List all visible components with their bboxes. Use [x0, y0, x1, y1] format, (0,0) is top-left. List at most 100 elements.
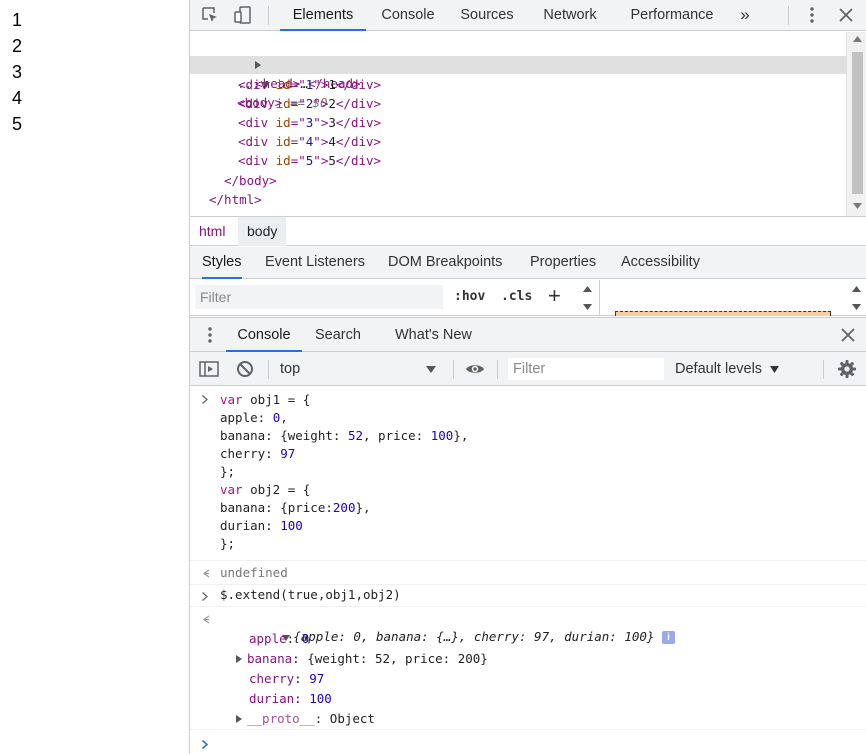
- tab-sources[interactable]: Sources: [456, 0, 518, 31]
- page-line-3: 3: [12, 62, 23, 82]
- input-prompt-icon: [202, 592, 208, 601]
- tree-node-div[interactable]: <div id="3">3</div>: [238, 113, 381, 132]
- context-value: top: [280, 361, 301, 377]
- pane-divider: [599, 280, 600, 316]
- show-sidebar-icon[interactable]: [198, 358, 220, 380]
- tab-styles[interactable]: Styles: [202, 247, 242, 279]
- drawer-tab-console[interactable]: Console: [226, 318, 302, 352]
- code-line: $.extend(true,obj1,obj2): [220, 587, 401, 602]
- tab-elements[interactable]: Elements: [280, 0, 366, 31]
- more-tabs-button[interactable]: »: [735, 0, 755, 31]
- breadcrumb-html[interactable]: html: [190, 217, 234, 246]
- expand-triangle-icon[interactable]: [236, 715, 242, 723]
- log-levels-dropdown[interactable]: Default levels: [675, 358, 780, 380]
- toolbar-divider: [268, 6, 269, 25]
- toolbar-divider: [823, 360, 824, 379]
- code-line: var obj2 = {: [220, 482, 311, 497]
- tab-dom-breakpoints[interactable]: DOM Breakpoints: [388, 247, 502, 279]
- html-close-tag: </html>: [209, 192, 262, 207]
- context-selector[interactable]: top: [276, 358, 446, 380]
- div-text: 3: [328, 115, 336, 130]
- info-icon[interactable]: i: [661, 631, 675, 644]
- code-line: cherry: 97: [220, 446, 296, 461]
- page-content: 1 2 3 4 5: [0, 0, 189, 754]
- code-line: };: [220, 536, 236, 551]
- styles-filter-input[interactable]: [195, 285, 443, 309]
- object-summary[interactable]: {apple: 0, banana: {…}, cherry: 97, duri…: [222, 610, 675, 644]
- tab-network[interactable]: Network: [537, 0, 603, 31]
- live-expression-eye-icon[interactable]: [464, 358, 486, 380]
- body-close-tag: </body>: [224, 173, 277, 188]
- code-line: durian: 100: [220, 518, 303, 533]
- tree-node-div[interactable]: <div id="4">4</div>: [238, 132, 381, 151]
- object-property: apple: 0: [249, 631, 310, 646]
- toolbar-divider: [788, 6, 789, 25]
- drawer-tabs: Console Search What's New: [190, 317, 866, 352]
- inspect-element-icon[interactable]: [199, 4, 221, 26]
- div-text: 2: [328, 96, 336, 111]
- scroll-up-icon[interactable]: [853, 36, 862, 42]
- toolbar-divider: [497, 360, 498, 379]
- close-devtools-icon[interactable]: [835, 4, 857, 26]
- code-line: var obj1 = {: [220, 392, 311, 407]
- tab-accessibility[interactable]: Accessibility: [621, 247, 700, 279]
- tab-console[interactable]: Console: [373, 0, 443, 31]
- console-input-entry: var obj1 = { apple: 0, banana: {weight: …: [190, 386, 866, 561]
- log-levels-label: Default levels: [675, 361, 763, 377]
- drawer-tab-whats-new[interactable]: What's New: [395, 318, 472, 352]
- cls-toggle[interactable]: .cls: [501, 289, 532, 304]
- input-prompt-icon: [202, 395, 208, 404]
- result-undefined: undefined: [220, 565, 288, 580]
- computed-scroll-arrows-icon[interactable]: [852, 286, 861, 310]
- clear-console-icon[interactable]: [234, 358, 256, 380]
- code-line: };: [220, 464, 236, 479]
- device-toolbar-icon[interactable]: [232, 4, 254, 26]
- hov-toggle[interactable]: :hov: [454, 289, 485, 304]
- console-prompt-row[interactable]: [190, 730, 866, 754]
- div-text: 5: [328, 153, 336, 168]
- new-style-rule-button[interactable]: +: [548, 283, 561, 309]
- div-text: 1: [328, 77, 336, 92]
- console-input-entry: $.extend(true,obj1,obj2): [190, 585, 866, 607]
- tab-event-listeners[interactable]: Event Listeners: [265, 247, 365, 279]
- sidebar-tabs: Styles Event Listeners DOM Breakpoints P…: [190, 247, 866, 279]
- drawer-menu-icon[interactable]: [199, 324, 221, 346]
- tree-scrollbar[interactable]: [846, 32, 866, 216]
- console-toolbar: top Default levels: [190, 352, 866, 386]
- scroll-down-icon[interactable]: [853, 203, 862, 209]
- page-line-5: 5: [12, 114, 23, 134]
- console-result-entry: undefined: [190, 561, 866, 585]
- console-filter-input[interactable]: [508, 358, 664, 380]
- tree-node-body[interactable]: ... <body> == $0: [192, 55, 327, 110]
- object-property[interactable]: __proto__: Object: [236, 710, 375, 728]
- console-settings-gear-icon[interactable]: [836, 358, 858, 380]
- tree-node-div[interactable]: <div id="2">2</div>: [238, 94, 381, 113]
- drawer-tab-search[interactable]: Search: [315, 318, 361, 352]
- page-line-4: 4: [12, 88, 23, 108]
- tree-node-body-close[interactable]: </body>: [224, 171, 277, 190]
- close-drawer-icon[interactable]: [837, 324, 859, 346]
- styles-scroll-arrows-icon[interactable]: [583, 286, 592, 310]
- output-arrow-icon: [202, 615, 210, 624]
- object-property: durian: 100: [249, 691, 332, 706]
- more-options-icon[interactable]: [801, 4, 823, 26]
- tree-node-head[interactable]: <head>…</head>: [210, 36, 361, 91]
- dropdown-arrow-icon: [426, 366, 436, 373]
- box-model-preview: [615, 311, 831, 316]
- tab-performance[interactable]: Performance: [624, 0, 720, 31]
- tree-node-div[interactable]: <div id="5">5</div>: [238, 151, 381, 170]
- page-line-2: 2: [12, 36, 23, 56]
- toolbar-divider: [453, 360, 454, 379]
- code-line: banana: {price:200},: [220, 500, 371, 515]
- console-output: var obj1 = { apple: 0, banana: {weight: …: [190, 386, 866, 754]
- tree-node-div[interactable]: <div id="1">1</div>: [238, 75, 381, 94]
- code-line: apple: 0,: [220, 410, 288, 425]
- page-line-1: 1: [12, 10, 23, 30]
- tree-scroll-thumb[interactable]: [852, 52, 863, 194]
- tab-properties[interactable]: Properties: [530, 247, 596, 279]
- tree-node-html-close[interactable]: </html>: [209, 190, 262, 209]
- breadcrumb-body[interactable]: body: [238, 217, 287, 246]
- expand-triangle-icon[interactable]: [236, 655, 242, 663]
- styles-toolbar: :hov .cls +: [190, 280, 866, 316]
- object-property[interactable]: banana: {weight: 52, price: 200}: [236, 650, 488, 668]
